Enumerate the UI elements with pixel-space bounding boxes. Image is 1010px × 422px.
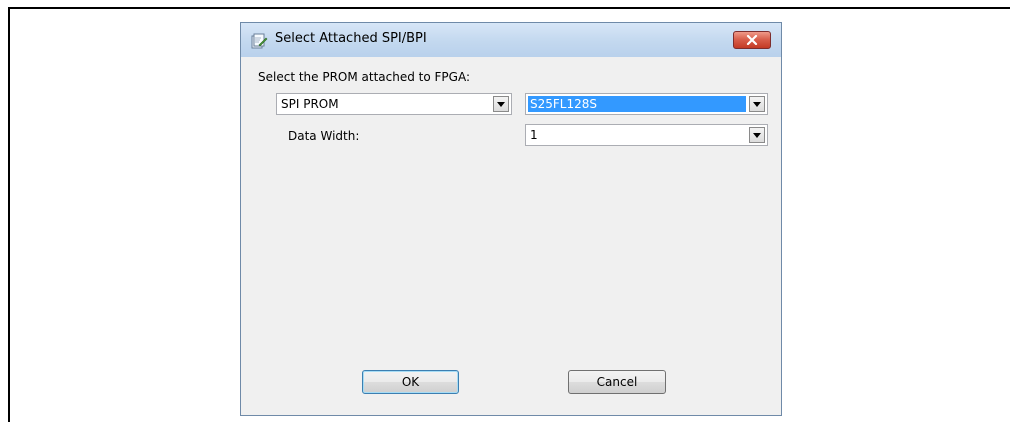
select-spi-bpi-dialog: Select Attached SPI/BPI Select the PROM …: [240, 22, 782, 416]
close-icon: [746, 35, 758, 45]
close-button[interactable]: [733, 31, 771, 49]
frame-left-line: [8, 7, 10, 422]
dialog-title: Select Attached SPI/BPI: [275, 31, 427, 46]
prom-device-value: S25FL128S: [530, 97, 597, 111]
dropdown-arrow-icon: [497, 101, 505, 107]
cancel-button[interactable]: Cancel: [568, 370, 666, 394]
dropdown-arrow-icon: [753, 101, 761, 107]
ok-button[interactable]: OK: [362, 370, 459, 394]
app-icon: [251, 33, 268, 49]
data-width-value: 1: [530, 128, 538, 142]
data-width-select[interactable]: 1: [525, 124, 768, 146]
prom-prompt-label: Select the PROM attached to FPGA:: [258, 70, 471, 84]
dialog-titlebar[interactable]: Select Attached SPI/BPI: [241, 23, 781, 57]
frame-top-line: [8, 7, 1010, 9]
dialog-client-area: Select the PROM attached to FPGA: SPI PR…: [248, 57, 774, 408]
prom-device-dropdown-button[interactable]: [749, 96, 765, 112]
dropdown-arrow-icon: [753, 132, 761, 138]
prom-type-value: SPI PROM: [281, 97, 339, 111]
prom-type-dropdown-button[interactable]: [493, 96, 509, 112]
prom-device-select[interactable]: S25FL128S: [525, 93, 768, 115]
data-width-label: Data Width:: [288, 129, 360, 143]
prom-type-select[interactable]: SPI PROM: [276, 93, 512, 115]
data-width-dropdown-button[interactable]: [749, 127, 765, 143]
